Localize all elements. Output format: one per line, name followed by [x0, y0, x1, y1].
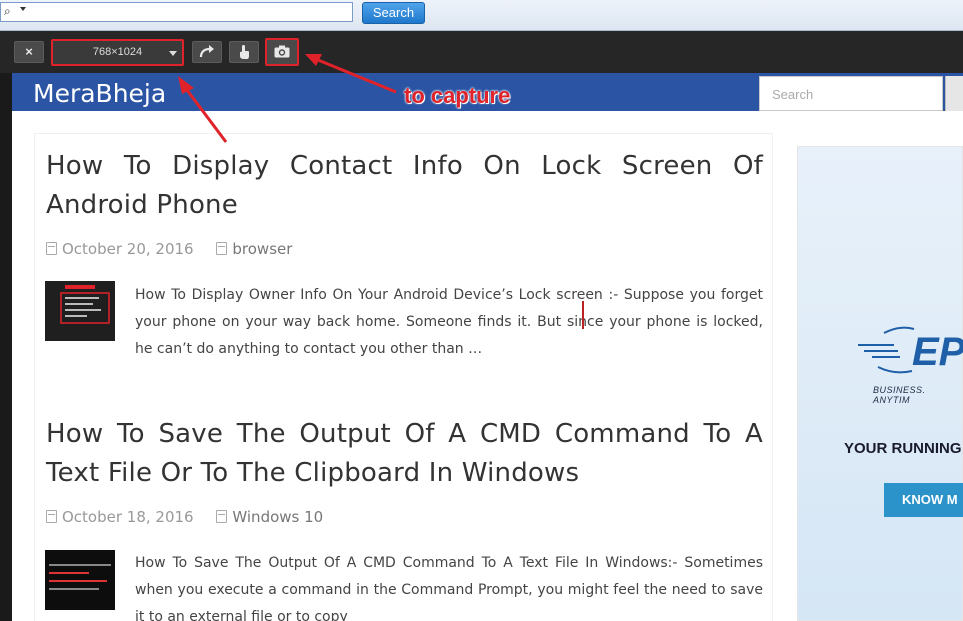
site-search-input[interactable]: Search [759, 76, 943, 111]
touch-icon [240, 45, 249, 59]
ad-logo-text: EP [912, 330, 963, 374]
post-thumbnail[interactable] [45, 281, 115, 341]
thumbnail-image [45, 281, 115, 341]
post-title[interactable]: How To Save The Output Of A CMD Command … [46, 415, 763, 493]
touch-simulation-button[interactable] [229, 41, 259, 63]
post-excerpt: How To Save The Output Of A CMD Command … [135, 555, 763, 621]
ad-cta-button[interactable]: KNOW M [884, 483, 963, 517]
post-thumbnail[interactable] [45, 550, 115, 610]
close-button[interactable]: × [14, 41, 44, 63]
post-excerpt: How To Display Owner Info On Your Androi… [135, 287, 763, 357]
folder-icon [216, 242, 228, 255]
screenshot-button[interactable] [265, 38, 299, 66]
post-title[interactable]: How To Display Contact Info On Lock Scre… [46, 147, 763, 225]
calendar-icon [46, 242, 57, 255]
rotate-icon [199, 45, 214, 58]
post-meta: October 20, 2016 browser [46, 240, 292, 258]
magnifier-icon[interactable]: ⌕ [4, 4, 11, 19]
chevron-down-icon [169, 51, 177, 56]
ad-headline: YOUR RUNNING [844, 440, 962, 457]
text-cursor [582, 301, 584, 329]
post-date: October 18, 2016 [62, 508, 194, 526]
device-size-value: 768×1024 [92, 46, 143, 58]
browser-search-input[interactable]: ⌕ [0, 2, 353, 22]
sidebar-advertisement[interactable]: EP BUSINESS. ANYTIM YOUR RUNNING KNOW M [797, 146, 963, 621]
post-category[interactable]: browser [232, 240, 292, 258]
calendar-icon [46, 510, 57, 523]
chevron-down-icon[interactable] [20, 7, 26, 11]
responsive-toolbar: × 768×1024 [0, 31, 963, 73]
site-search-button[interactable] [945, 76, 963, 111]
responsive-viewport: MeraBheja Search How To Display Contact … [12, 73, 963, 621]
device-size-select[interactable]: 768×1024 [51, 39, 184, 66]
site-logo[interactable]: MeraBheja [33, 79, 166, 108]
thumbnail-image [45, 550, 115, 610]
camera-icon [274, 45, 290, 58]
post-meta: October 18, 2016 Windows 10 [46, 508, 323, 526]
browser-search-button[interactable]: Search [362, 2, 425, 24]
post-category[interactable]: Windows 10 [232, 508, 323, 526]
post-list: How To Display Contact Info On Lock Scre… [34, 133, 773, 621]
annotation-label: to capture [404, 83, 511, 108]
post-date: October 20, 2016 [62, 240, 194, 258]
folder-icon [216, 510, 228, 523]
ad-logo: EP [858, 326, 963, 374]
rotate-button[interactable] [192, 41, 222, 63]
browser-search-bar: ⌕ Search [0, 0, 963, 31]
ad-tagline: BUSINESS. ANYTIM [873, 385, 926, 405]
